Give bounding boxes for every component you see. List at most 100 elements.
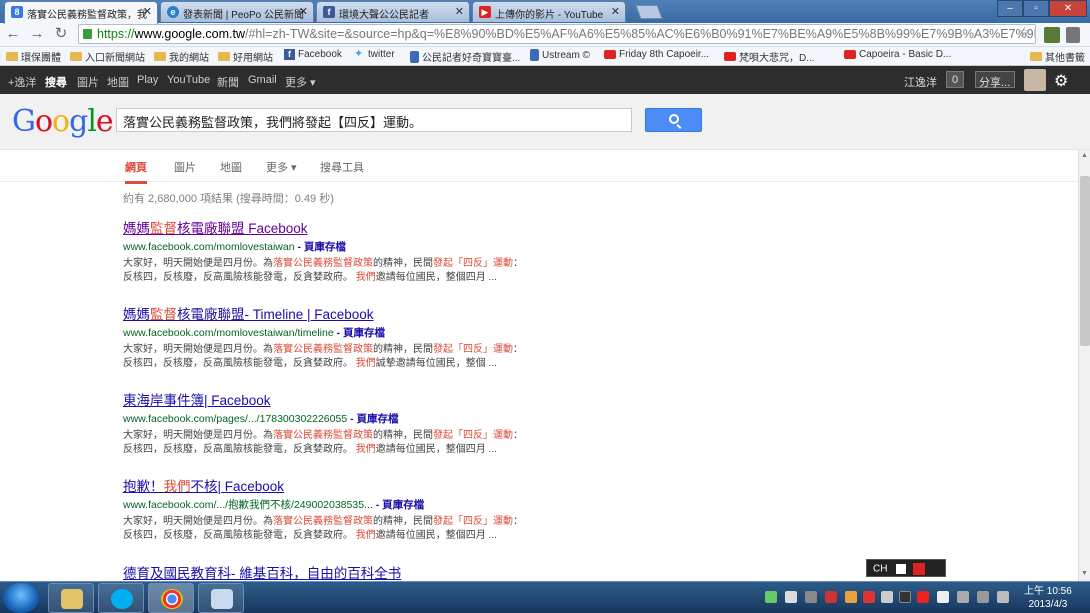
bookmark-ustream[interactable]: Ustream ©: [530, 49, 590, 61]
tray-icon[interactable]: [785, 591, 797, 603]
gbar-link-images[interactable]: 圖片: [77, 74, 99, 90]
page-scrollbar[interactable]: ▲ ▼: [1078, 150, 1090, 581]
close-tab-icon[interactable]: ✕: [455, 5, 464, 18]
wrench-menu-icon[interactable]: [1066, 27, 1080, 43]
close-tab-icon[interactable]: ✕: [143, 5, 152, 18]
bookmark-youtube-capoeira-basic[interactable]: Capoeira - Basic D...: [844, 49, 951, 60]
tab-search-tools[interactable]: 搜尋工具: [320, 159, 364, 175]
tab-web[interactable]: 網頁: [125, 159, 147, 184]
bookmark-folder[interactable]: 環保團體: [6, 49, 61, 64]
taskbar-explorer[interactable]: [48, 583, 94, 613]
tray-icon[interactable]: [825, 591, 837, 603]
tab-peopo[interactable]: e 發表新聞 | PeoPo 公民新聞 ✕: [160, 1, 314, 22]
flag-icon[interactable]: [937, 591, 949, 603]
gbar-link-news[interactable]: 新聞: [217, 74, 239, 90]
bookmark-twitter[interactable]: ✦ twitter: [354, 49, 395, 61]
ime-input-icon[interactable]: [896, 564, 907, 574]
gbar-link-maps[interactable]: 地圖: [107, 74, 129, 90]
result-title[interactable]: 媽媽監督核電廠聯盟 Facebook: [123, 217, 523, 237]
forward-icon[interactable]: →: [28, 25, 46, 43]
cached-link[interactable]: - 頁庫存檔: [337, 327, 385, 339]
result-title[interactable]: 抱歉！我們不核| Facebook: [123, 475, 523, 495]
gbar-link-plus[interactable]: +逸洋: [8, 74, 36, 90]
extension-icon[interactable]: [1044, 27, 1060, 43]
tab-maps[interactable]: 地圖: [220, 159, 242, 175]
other-bookmarks[interactable]: 其他書籤: [1030, 49, 1085, 64]
gbar-link-search[interactable]: 搜尋: [45, 74, 67, 90]
text-run: 的精神，民間: [373, 344, 433, 355]
search-input[interactable]: 落實公民義務監督政策，我們將發起【四反】運動。: [116, 108, 632, 132]
result-stats: 約有 2,680,000 項結果 (搜尋時間：0.49 秒): [123, 193, 334, 205]
volume-icon[interactable]: [997, 591, 1009, 603]
tab-images[interactable]: 圖片: [174, 159, 196, 175]
network-icon[interactable]: [957, 591, 969, 603]
close-tab-icon[interactable]: ✕: [611, 5, 620, 18]
new-tab-button[interactable]: [635, 5, 663, 19]
tab-more[interactable]: 更多 ▾: [266, 159, 297, 175]
reload-icon[interactable]: ↻: [52, 25, 70, 43]
tray-icon[interactable]: [917, 591, 929, 603]
minimize-button[interactable]: –: [997, 0, 1023, 17]
bookmark-folder[interactable]: 我的網站: [154, 49, 209, 64]
result-url: www.facebook.com/momlovestaiwan/timeline…: [123, 325, 523, 340]
ime-language-bar[interactable]: CH: [866, 559, 946, 577]
taskbar-skype[interactable]: [98, 583, 144, 613]
tab-youtube[interactable]: ▶ 上傳你的影片 - YouTube ✕: [472, 1, 626, 22]
ime-tool-icon[interactable]: [913, 563, 926, 575]
text-run: 的精神，民間: [373, 516, 433, 527]
back-icon[interactable]: ←: [4, 25, 22, 43]
cached-link[interactable]: - 頁庫存檔: [376, 499, 424, 511]
result-snippet: 大家好，明天開始便是四月份。為落實公民義務監督政策的精神，民間發起「四反」運動：…: [123, 257, 523, 285]
close-window-button[interactable]: ✕: [1049, 0, 1087, 17]
tray-icon[interactable]: [845, 591, 857, 603]
result-title[interactable]: 東海岸事件簿| Facebook: [123, 389, 523, 409]
ime-mode[interactable]: CH: [873, 564, 887, 575]
search-button[interactable]: [645, 108, 702, 132]
gbar-link-play[interactable]: Play: [137, 74, 158, 86]
google-logo[interactable]: Google: [12, 104, 114, 139]
gbar-link-more[interactable]: 更多 ▾: [285, 74, 316, 90]
scroll-up-icon[interactable]: ▲: [1081, 152, 1088, 159]
start-button-icon[interactable]: [3, 583, 39, 613]
maximize-button[interactable]: ▫: [1023, 0, 1049, 17]
highlighted-term: 落實公民義務監督政策: [273, 430, 373, 441]
result-title[interactable]: 媽媽監督核電廠聯盟- Timeline | Facebook: [123, 303, 523, 323]
gbar-link-gmail[interactable]: Gmail: [248, 74, 277, 86]
logo-letter: l: [87, 104, 97, 139]
share-button[interactable]: 分享...: [975, 71, 1015, 89]
notification-count[interactable]: 0: [946, 71, 964, 88]
system-clock[interactable]: 上午 10:56 2013/4/3: [1024, 585, 1072, 611]
battery-icon[interactable]: [977, 591, 989, 603]
tray-icon[interactable]: [899, 591, 911, 603]
text-run: 大家好，明天開始便是四月份。為: [123, 258, 273, 269]
tray-icon[interactable]: [805, 591, 817, 603]
result-title[interactable]: 德育及國民教育科- 維基百科，自由的百科全书: [123, 562, 523, 581]
address-bar[interactable]: https://www.google.com.tw/#hl=zh-TW&site…: [78, 24, 1036, 44]
bookmark-folder[interactable]: 好用網站: [218, 49, 273, 64]
scroll-down-icon[interactable]: ▼: [1081, 570, 1088, 577]
gbar-link-youtube[interactable]: YouTube: [167, 74, 210, 86]
tray-icon[interactable]: [765, 591, 777, 603]
cached-link[interactable]: - 頁庫存檔: [298, 241, 346, 253]
avatar[interactable]: [1024, 69, 1046, 91]
bookmark-label: Capoeira - Basic D...: [859, 49, 952, 60]
bookmark-youtube-mantra[interactable]: 梵唄大悲咒，D...: [724, 49, 815, 64]
google-bar: +逸洋 搜尋 圖片 地圖 Play YouTube 新聞 Gmail 更多 ▾ …: [0, 66, 1090, 94]
taskbar-paint[interactable]: [198, 583, 244, 613]
scrollbar-thumb[interactable]: [1080, 176, 1090, 346]
cached-link[interactable]: - 頁庫存檔: [350, 413, 398, 425]
tab-facebook[interactable]: f 環境大聲公公民記者 ✕: [316, 1, 470, 22]
highlighted-term: 我們: [355, 530, 376, 541]
tray-icon[interactable]: [881, 591, 893, 603]
bookmark-folder[interactable]: 入口新聞網站: [70, 49, 145, 64]
taskbar-chrome[interactable]: [148, 583, 194, 613]
bookmark-ustream-reporter[interactable]: 公民記者好奇寶寶臺...: [410, 49, 520, 64]
bookmark-star-icon[interactable]: ☆: [1018, 24, 1031, 41]
close-tab-icon[interactable]: ✕: [299, 5, 308, 18]
bookmark-youtube-capoeira[interactable]: Friday 8th Capoeir...: [604, 49, 709, 60]
tray-icon[interactable]: [863, 591, 875, 603]
user-name[interactable]: 江逸洋: [904, 74, 937, 90]
bookmark-facebook[interactable]: f Facebook: [284, 49, 342, 60]
settings-gear-icon[interactable]: ⚙: [1054, 71, 1068, 91]
tab-search-result[interactable]: 8 落實公民義務監督政策，我 ✕: [4, 1, 158, 24]
